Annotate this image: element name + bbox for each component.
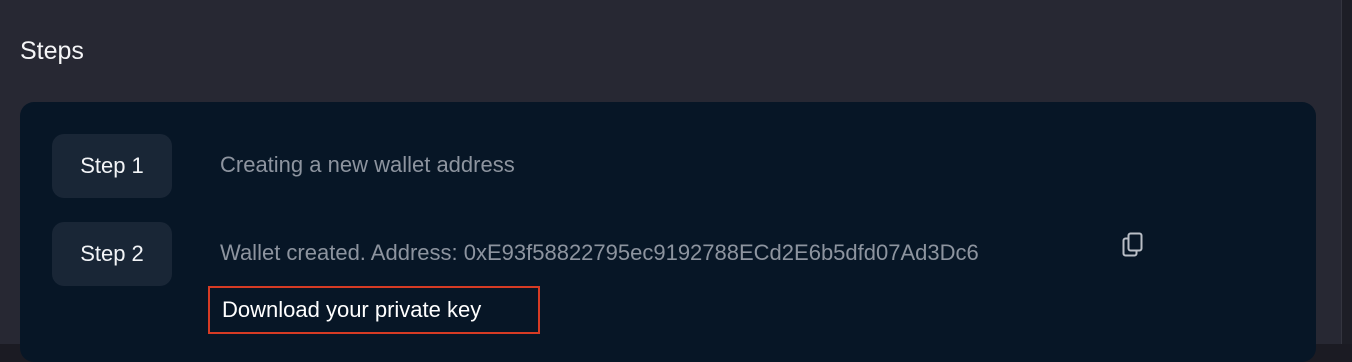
page-edge (1342, 0, 1352, 344)
step-2-badge: Step 2 (52, 222, 172, 286)
steps-panel: Steps Step 1 Creating a new wallet addre… (0, 0, 1342, 362)
wallet-address-text: Wallet created. Address: 0xE93f58822795e… (220, 240, 979, 265)
download-private-key-link[interactable]: Download your private key (208, 286, 540, 334)
step-1-badge: Step 1 (52, 134, 172, 198)
step-1-text: Creating a new wallet address (220, 152, 515, 177)
copy-icon[interactable] (1122, 232, 1144, 258)
page-title: Steps (20, 37, 84, 65)
steps-list: Step 1 Creating a new wallet address Ste… (20, 102, 1316, 362)
